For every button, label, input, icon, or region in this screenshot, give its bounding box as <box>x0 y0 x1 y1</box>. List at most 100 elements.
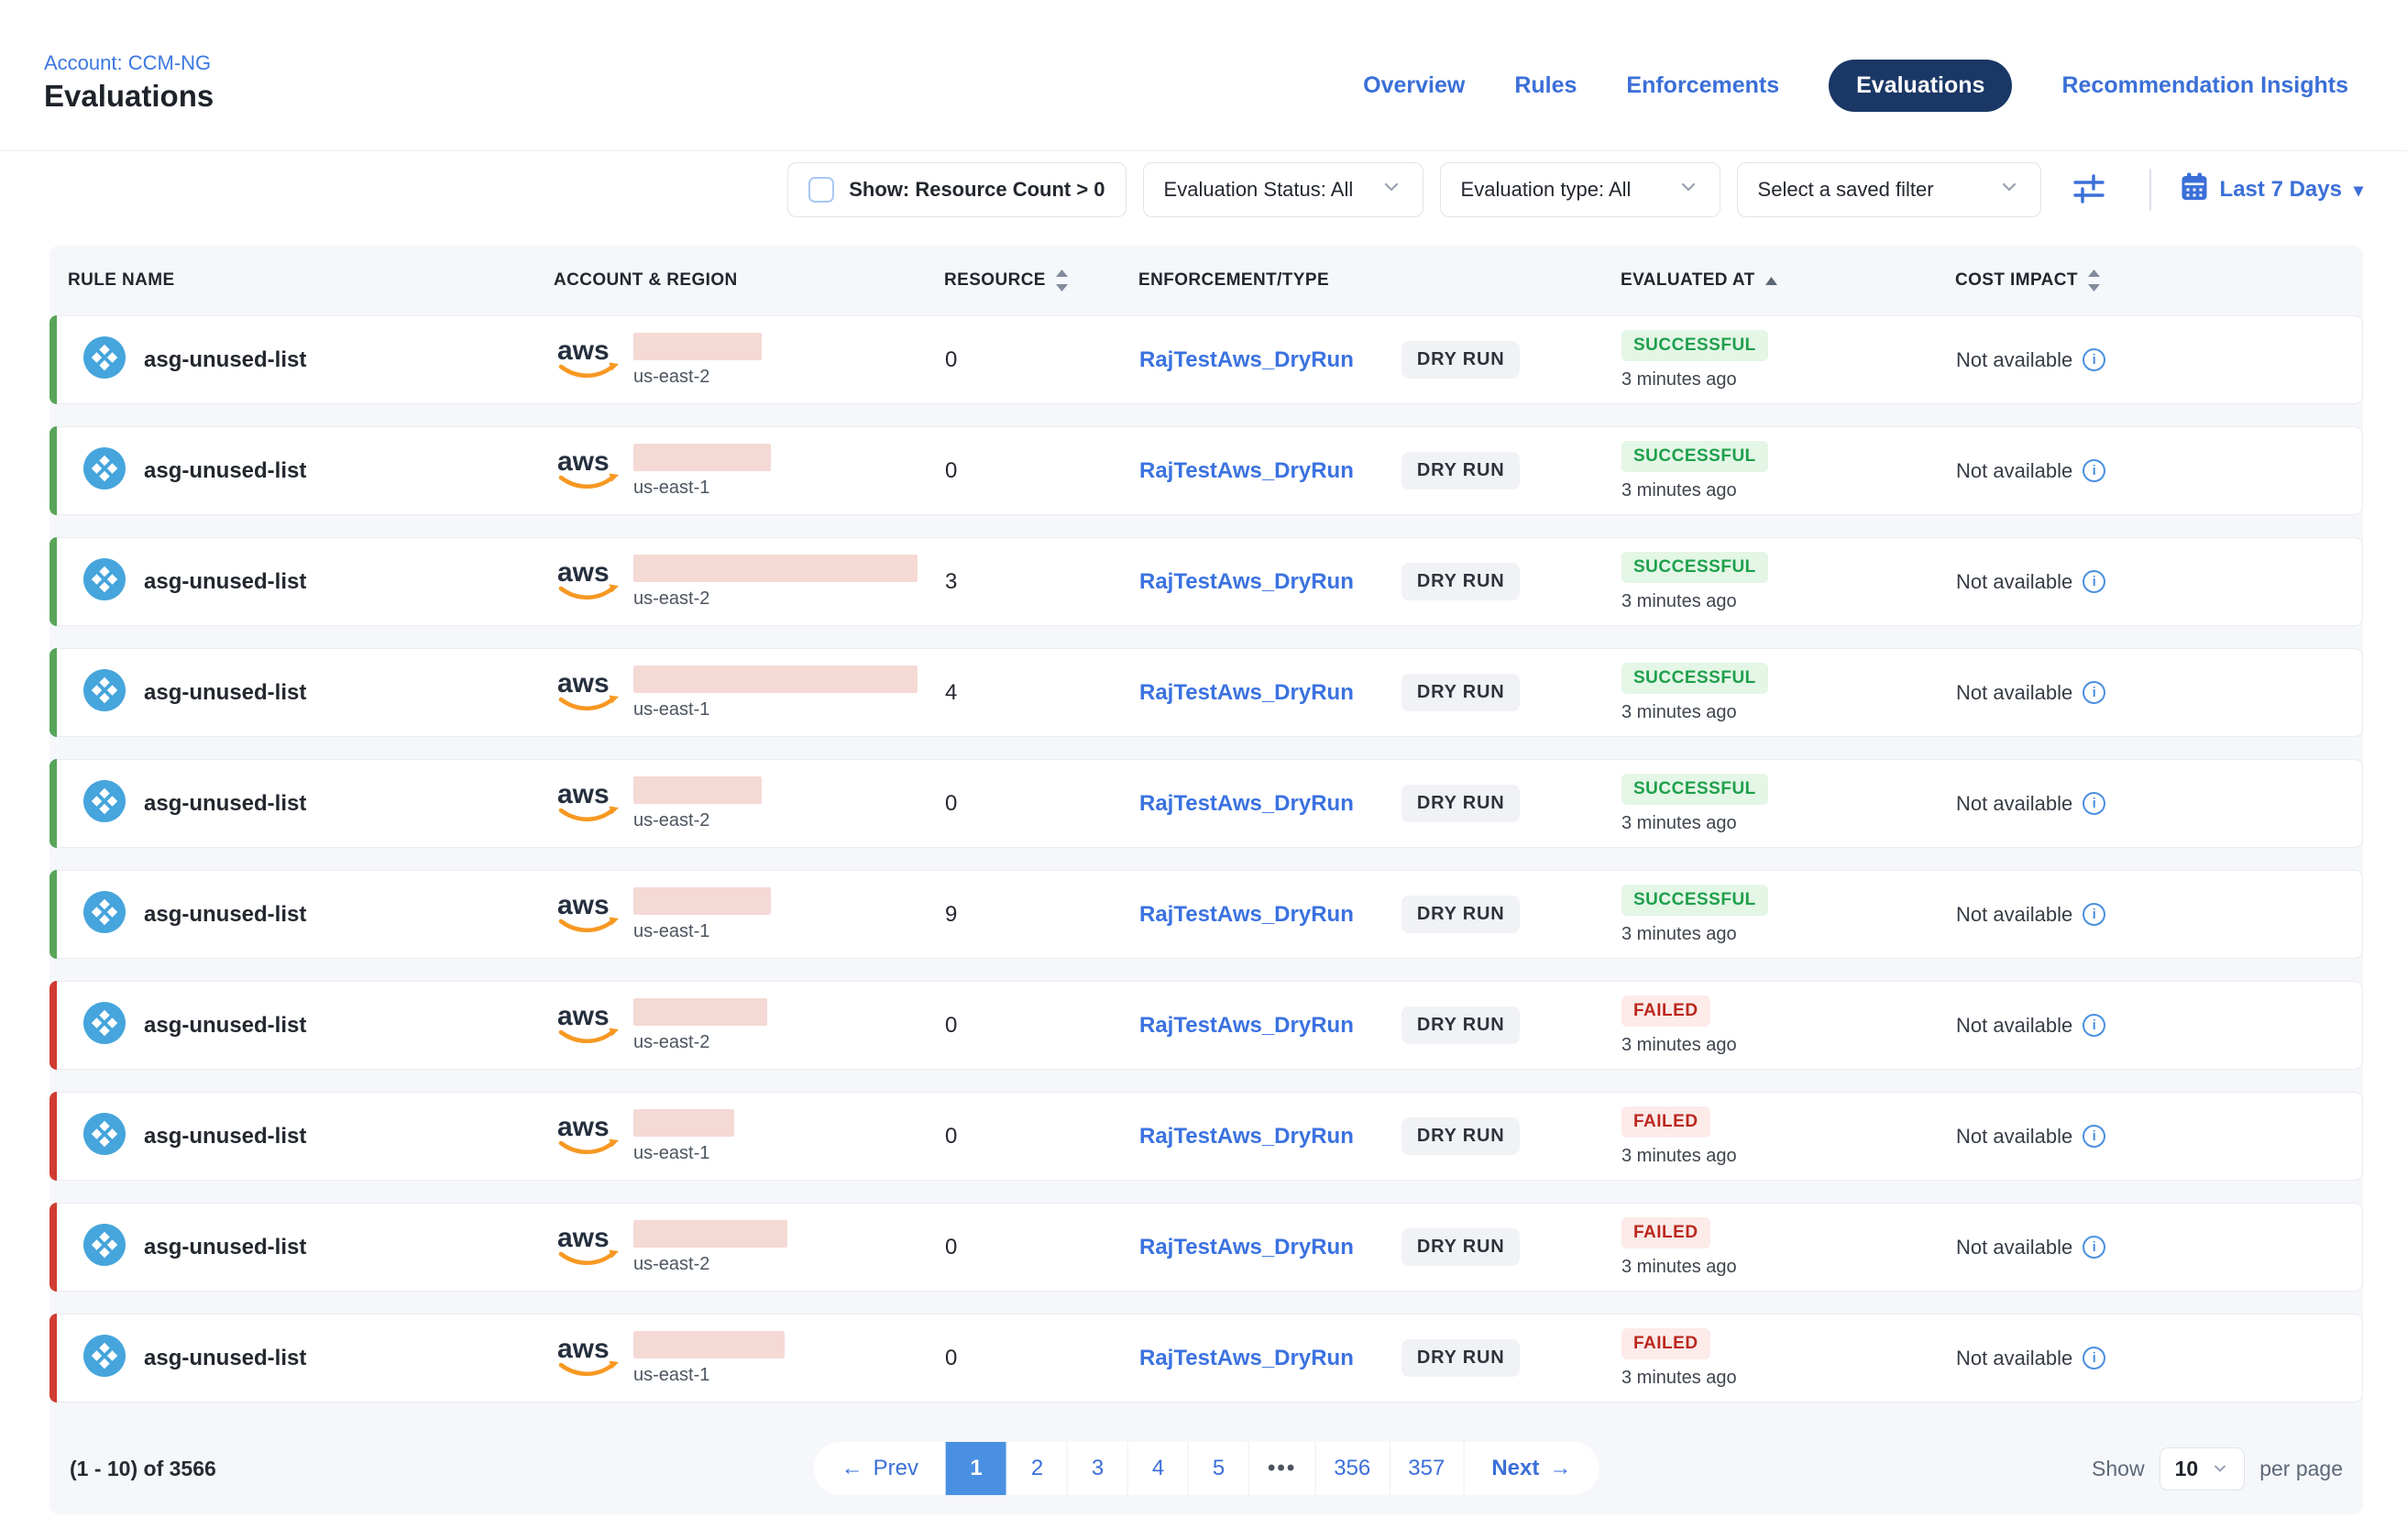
status-strip <box>49 426 57 515</box>
tab-evaluations[interactable]: Evaluations <box>1829 60 2012 112</box>
page-size-value: 10 <box>2175 1457 2199 1481</box>
evaluation-type-badge: DRY RUN <box>1401 563 1521 600</box>
evaluation-row[interactable]: asg-unused-list aws us-east-1 0 RajTestA… <box>49 426 2363 515</box>
evaluation-status-dropdown[interactable]: Evaluation Status: All <box>1143 162 1423 217</box>
evaluated-time: 3 minutes ago <box>1621 591 1737 612</box>
status-strip <box>49 315 57 404</box>
sort-ascending-icon[interactable] <box>1764 276 1778 286</box>
aws-logo: aws <box>555 1108 622 1164</box>
enforcement-link[interactable]: RajTestAws_DryRun <box>1139 791 1354 817</box>
enforcement-link[interactable]: RajTestAws_DryRun <box>1139 680 1354 706</box>
info-icon[interactable]: i <box>2083 348 2105 371</box>
redacted-account-id <box>633 444 771 471</box>
resource-count-checkbox[interactable] <box>808 177 834 203</box>
enforcement-link[interactable]: RajTestAws_DryRun <box>1139 458 1354 484</box>
show-label: Show <box>2092 1457 2145 1481</box>
tab-overview[interactable]: Overview <box>1363 72 1465 99</box>
info-icon[interactable]: i <box>2083 903 2105 926</box>
rule-name: asg-unused-list <box>144 569 306 595</box>
governance-rule-icon <box>83 1335 126 1381</box>
next-page-button[interactable]: Next → <box>1463 1442 1599 1495</box>
svg-text:aws: aws <box>557 446 610 477</box>
info-icon[interactable]: i <box>2083 1125 2105 1148</box>
info-icon[interactable]: i <box>2083 570 2105 593</box>
evaluated-time: 3 minutes ago <box>1621 702 1737 723</box>
page-button-2[interactable]: 2 <box>1006 1442 1067 1495</box>
enforcement-link[interactable]: RajTestAws_DryRun <box>1139 569 1354 595</box>
region-label: us-east-2 <box>633 810 709 831</box>
redacted-account-id <box>633 333 762 360</box>
evaluation-type-dropdown[interactable]: Evaluation type: All <box>1440 162 1720 217</box>
enforcement-link[interactable]: RajTestAws_DryRun <box>1139 1235 1354 1260</box>
aws-logo: aws <box>555 1330 622 1386</box>
cost-impact-value: Not available <box>1956 1347 2072 1370</box>
redacted-account-id <box>633 1331 785 1358</box>
date-range-picker[interactable]: Last 7 Days ▾ <box>2181 172 2363 208</box>
filter-settings-button[interactable] <box>2069 168 2109 213</box>
per-page-label: per page <box>2259 1457 2343 1481</box>
evaluation-type-badge: DRY RUN <box>1401 674 1521 711</box>
evaluation-row[interactable]: asg-unused-list aws us-east-2 0 RajTestA… <box>49 981 2363 1070</box>
aws-logo: aws <box>555 332 622 388</box>
saved-filter-dropdown[interactable]: Select a saved filter <box>1737 162 2041 217</box>
rule-name: asg-unused-list <box>144 680 306 706</box>
tab-rules[interactable]: Rules <box>1514 72 1577 99</box>
page-button-3[interactable]: 3 <box>1067 1442 1127 1495</box>
page-title: Evaluations <box>44 79 214 114</box>
resource-count: 0 <box>940 1093 1132 1180</box>
info-icon[interactable]: i <box>2083 459 2105 482</box>
status-strip <box>49 648 57 737</box>
region-label: us-east-2 <box>633 1032 709 1053</box>
cost-impact-value: Not available <box>1956 570 2072 594</box>
pager: ← Prev 12345•••356357 Next → <box>814 1442 1599 1495</box>
sort-both-icon[interactable] <box>1055 269 1069 292</box>
enforcement-link[interactable]: RajTestAws_DryRun <box>1139 1346 1354 1371</box>
region-label: us-east-2 <box>633 367 709 388</box>
evaluation-row[interactable]: asg-unused-list aws us-east-2 0 RajTestA… <box>49 759 2363 848</box>
sort-both-icon[interactable] <box>2087 269 2101 292</box>
aws-logo: aws <box>555 1219 622 1275</box>
breadcrumb-account-link[interactable]: Account: CCM-NG <box>44 51 211 75</box>
info-icon[interactable]: i <box>2083 681 2105 704</box>
evaluation-row[interactable]: asg-unused-list aws us-east-1 0 RajTestA… <box>49 1314 2363 1402</box>
vertical-divider <box>2149 169 2151 211</box>
evaluation-row[interactable]: asg-unused-list aws us-east-1 9 RajTestA… <box>49 870 2363 959</box>
enforcement-link[interactable]: RajTestAws_DryRun <box>1139 1124 1354 1150</box>
governance-rule-icon <box>83 558 126 605</box>
enforcement-link[interactable]: RajTestAws_DryRun <box>1139 1013 1354 1039</box>
info-icon[interactable]: i <box>2083 1347 2105 1370</box>
rule-name: asg-unused-list <box>144 791 306 817</box>
resource-count: 3 <box>940 538 1132 625</box>
info-icon[interactable]: i <box>2083 1014 2105 1037</box>
evaluation-type-badge: DRY RUN <box>1401 341 1521 379</box>
page-button-1[interactable]: 1 <box>946 1442 1006 1495</box>
enforcement-link[interactable]: RajTestAws_DryRun <box>1139 902 1354 928</box>
cost-impact-value: Not available <box>1956 459 2072 483</box>
evaluation-row[interactable]: asg-unused-list aws us-east-2 3 RajTestA… <box>49 537 2363 626</box>
page-button-4[interactable]: 4 <box>1127 1442 1188 1495</box>
status-badge: SUCCESSFUL <box>1621 552 1768 583</box>
evaluation-row[interactable]: asg-unused-list aws us-east-2 0 RajTestA… <box>49 315 2363 404</box>
aws-logo: aws <box>555 665 622 720</box>
prev-page-button[interactable]: ← Prev <box>814 1442 946 1495</box>
region-label: us-east-1 <box>633 921 709 942</box>
resource-count-filter[interactable]: Show: Resource Count > 0 <box>787 162 1126 217</box>
governance-rule-icon <box>83 891 126 938</box>
info-icon[interactable]: i <box>2083 792 2105 815</box>
tab-enforcements[interactable]: Enforcements <box>1626 72 1779 99</box>
page-button-357[interactable]: 357 <box>1389 1442 1463 1495</box>
page-button-5[interactable]: 5 <box>1188 1442 1248 1495</box>
evaluation-row[interactable]: asg-unused-list aws us-east-1 4 RajTestA… <box>49 648 2363 737</box>
status-strip <box>49 981 57 1070</box>
evaluation-row[interactable]: asg-unused-list aws us-east-2 0 RajTestA… <box>49 1203 2363 1292</box>
governance-rule-icon <box>83 447 126 494</box>
redacted-account-id <box>633 1109 734 1137</box>
page-size-dropdown[interactable]: 10 <box>2160 1447 2246 1490</box>
info-icon[interactable]: i <box>2083 1236 2105 1259</box>
page-button-356[interactable]: 356 <box>1314 1442 1389 1495</box>
enforcement-link[interactable]: RajTestAws_DryRun <box>1139 347 1354 373</box>
evaluation-type-badge: DRY RUN <box>1401 1228 1521 1266</box>
tab-recommendation-insights[interactable]: Recommendation Insights <box>2061 72 2348 99</box>
saved-filter-value: Select a saved filter <box>1758 178 1934 202</box>
evaluation-row[interactable]: asg-unused-list aws us-east-1 0 RajTestA… <box>49 1092 2363 1181</box>
